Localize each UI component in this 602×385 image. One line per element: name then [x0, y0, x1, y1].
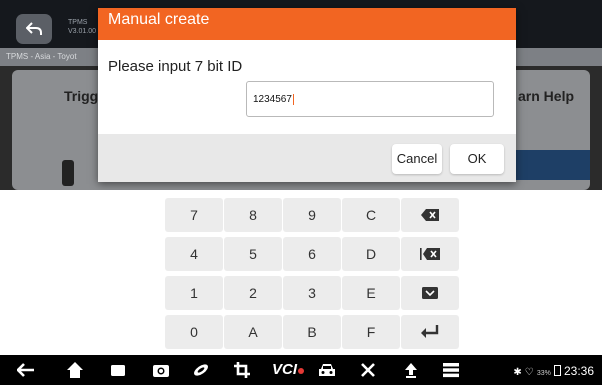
battery-percent: 33% — [536, 370, 551, 377]
hex-keypad: 7 8 9 C 4 5 6 D 1 2 3 E 0 A B F — [0, 190, 602, 355]
tools-icon[interactable] — [360, 362, 376, 378]
back-icon[interactable] — [17, 362, 35, 378]
id-input-value: 1234567 — [253, 94, 292, 105]
system-navigation-bar: VCI ✱ ♡ 33% 23:36 — [0, 355, 602, 385]
key-c[interactable]: C — [342, 198, 400, 232]
battery-icon — [553, 365, 561, 376]
enter-icon — [421, 325, 439, 338]
crop-icon[interactable] — [234, 362, 250, 378]
key-9[interactable]: 9 — [283, 198, 341, 232]
key-a[interactable]: A — [224, 315, 282, 349]
text-caret — [292, 93, 294, 105]
app-name-line1: TPMS — [68, 19, 88, 26]
key-f[interactable]: F — [342, 315, 400, 349]
upload-icon[interactable] — [404, 362, 418, 378]
menu-icon[interactable] — [443, 362, 459, 378]
ok-button[interactable]: OK — [450, 144, 504, 174]
key-8[interactable]: 8 — [224, 198, 282, 232]
enter-key[interactable] — [401, 315, 459, 349]
manual-create-dialog: Manual create Please input 7 bit ID 1234… — [98, 8, 516, 182]
key-1[interactable]: 1 — [165, 276, 223, 310]
back-arrow-icon — [26, 22, 42, 35]
key-4[interactable]: 4 — [165, 237, 223, 271]
hide-keyboard-icon — [422, 287, 438, 299]
key-d[interactable]: D — [342, 237, 400, 271]
cancel-button[interactable]: Cancel — [392, 144, 442, 174]
home-icon[interactable] — [67, 362, 83, 378]
delete-all-icon — [420, 248, 440, 260]
key-0[interactable]: 0 — [165, 315, 223, 349]
diagnose-icon[interactable] — [192, 362, 210, 378]
car-icon[interactable] — [318, 362, 336, 378]
app-version: V3.01.00 — [68, 28, 97, 35]
key-3[interactable]: 3 — [283, 276, 341, 310]
clear-all-key[interactable] — [401, 237, 459, 271]
vci-label: VCI — [272, 361, 298, 378]
key-5[interactable]: 5 — [224, 237, 282, 271]
clock: 23:36 — [563, 364, 594, 378]
status-area: ✱ ♡ 33% 23:36 — [513, 364, 594, 378]
key-7[interactable]: 7 — [165, 198, 223, 232]
id-input-field[interactable]: 1234567 — [246, 81, 494, 117]
tpms-sensor-image — [62, 160, 74, 186]
id-prompt-label: Please input 7 bit ID — [108, 58, 243, 75]
key-b[interactable]: B — [283, 315, 341, 349]
key-2[interactable]: 2 — [224, 276, 282, 310]
bluetooth-icon: ✱ — [513, 367, 522, 378]
key-e[interactable]: E — [342, 276, 400, 310]
vci-status-dot — [298, 368, 305, 374]
app-name: TPMS V3.01.00 — [68, 18, 96, 36]
key-6[interactable]: 6 — [283, 237, 341, 271]
dialog-title: Manual create — [98, 8, 516, 40]
app-back-button[interactable] — [16, 14, 52, 44]
wifi-icon: ♡ — [524, 367, 534, 378]
dialog-footer: Cancel OK — [98, 134, 516, 182]
backspace-icon — [421, 209, 439, 221]
backspace-key[interactable] — [401, 198, 459, 232]
camera-icon[interactable] — [152, 362, 170, 378]
vci-icon[interactable]: VCI — [272, 361, 305, 378]
recent-apps-icon[interactable] — [110, 362, 126, 378]
learn-help-tab-label[interactable]: arn Help — [518, 88, 574, 104]
hide-keyboard-key[interactable] — [401, 276, 459, 310]
